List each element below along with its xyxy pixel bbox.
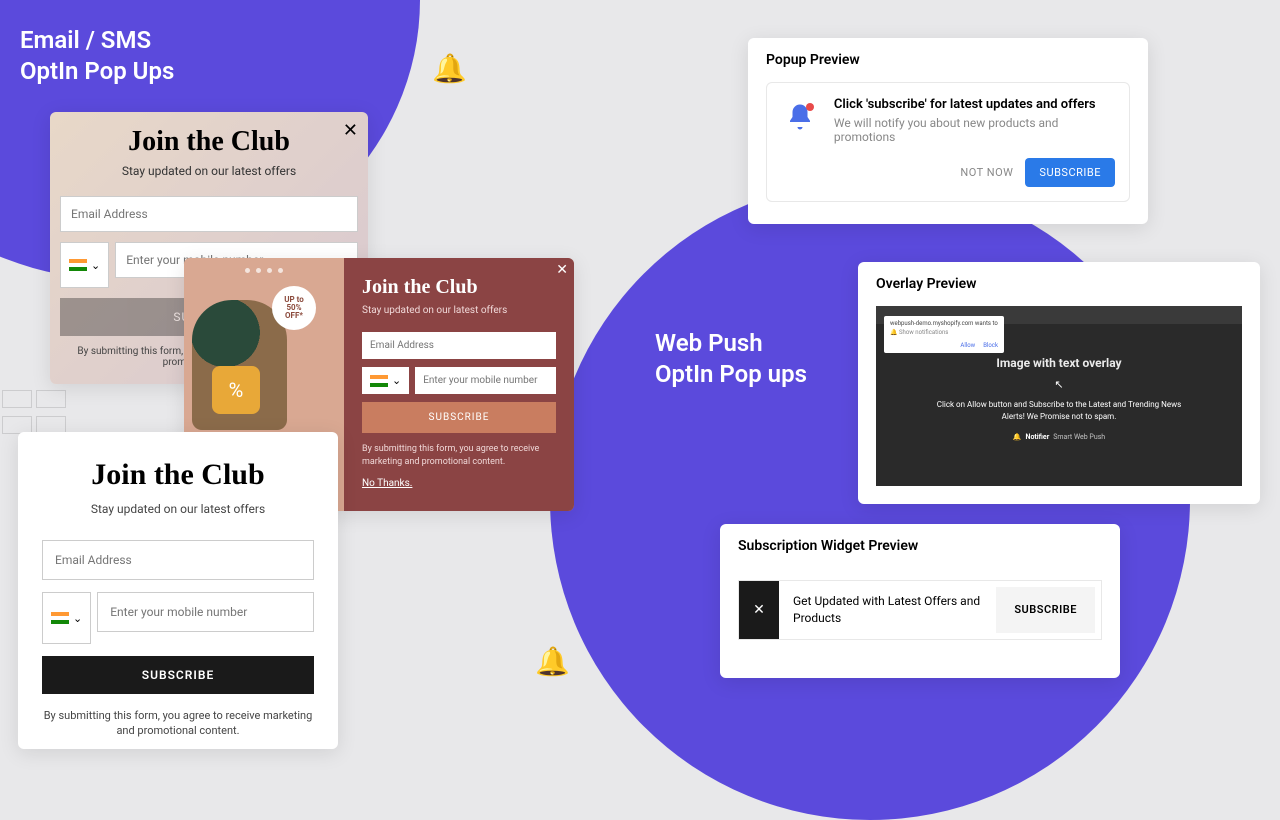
email-input[interactable] [60, 196, 358, 232]
subscribe-button[interactable]: SUBSCRIBE [42, 656, 314, 694]
popup-heading: Join the Club [60, 126, 358, 158]
subscribe-button[interactable]: SUBSCRIBE [1025, 158, 1115, 187]
title-email-sms: Email / SMS OptIn Pop Ups [20, 25, 174, 87]
popup-heading: Join the Club [362, 276, 556, 299]
discount-badge: UP to50%OFF* [272, 286, 316, 330]
popup-preview-card: Popup Preview Click 'subscribe' for late… [748, 38, 1148, 224]
popup-sub: Stay updated on our latest offers [362, 305, 556, 316]
overlay-screenshot: webpush-demo.myshopify.com wants to 🔔 Sh… [876, 306, 1242, 486]
phone-input[interactable] [97, 592, 314, 632]
card-title: Popup Preview [766, 52, 1130, 68]
phone-input[interactable] [415, 367, 556, 394]
push-notification: Click 'subscribe' for latest updates and… [766, 82, 1130, 202]
title-web-push: Web Push OptIn Pop ups [655, 328, 807, 390]
notifier-brand: 🔔 Notifier Smart Web Push [876, 433, 1242, 441]
popup-heading: Join the Club [42, 458, 314, 492]
country-select[interactable]: ⌄ [362, 367, 409, 394]
close-icon[interactable]: ✕ [739, 581, 779, 639]
country-select[interactable]: ⌄ [42, 592, 91, 644]
chevron-down-icon: ⌄ [392, 374, 401, 387]
disclaimer: By submitting this form, you agree to re… [42, 708, 314, 739]
subscribe-button[interactable]: SUBSCRIBE [362, 402, 556, 433]
cursor-icon: ↖ [876, 378, 1242, 391]
popup-sub: Stay updated on our latest offers [42, 502, 314, 516]
hero-text: Image with text overlay [876, 356, 1242, 370]
subscribe-button[interactable]: SUBSCRIBE [996, 587, 1095, 633]
optin-popup-plain: Join the Club Stay updated on our latest… [18, 432, 338, 749]
widget-preview-card: Subscription Widget Preview ✕ Get Update… [720, 524, 1120, 678]
subscription-widget: ✕ Get Updated with Latest Offers and Pro… [738, 580, 1102, 640]
popup-sub: Stay updated on our latest offers [60, 164, 358, 178]
widget-text: Get Updated with Latest Offers and Produ… [779, 581, 996, 639]
country-select[interactable]: ⌄ [60, 242, 109, 288]
email-input[interactable] [42, 540, 314, 580]
not-now-button[interactable]: NOT NOW [960, 166, 1013, 179]
card-title: Subscription Widget Preview [738, 538, 1102, 554]
chevron-down-icon: ⌄ [91, 259, 100, 272]
overlay-body: Click on Allow button and Subscribe to t… [876, 399, 1242, 423]
push-heading: Click 'subscribe' for latest updates and… [834, 97, 1115, 112]
close-icon[interactable]: ✕ [556, 262, 568, 278]
block-button[interactable]: Block [983, 342, 998, 349]
email-input[interactable] [362, 332, 556, 359]
browser-permission-prompt: webpush-demo.myshopify.com wants to 🔔 Sh… [884, 316, 1004, 353]
allow-button[interactable]: Allow [960, 342, 975, 349]
flag-icon [69, 259, 87, 271]
card-title: Overlay Preview [876, 276, 1242, 292]
overlay-preview-card: Overlay Preview webpush-demo.myshopify.c… [858, 262, 1260, 504]
bell-icon: 🔔 [432, 52, 467, 85]
no-thanks-link[interactable]: No Thanks. [362, 478, 412, 489]
percent-icon: % [212, 366, 260, 414]
push-body: We will notify you about new products an… [834, 116, 1115, 144]
bell-icon: 🔔 [535, 645, 570, 678]
disclaimer: By submitting this form, you agree to re… [362, 443, 556, 468]
close-icon[interactable]: ✕ [343, 120, 358, 141]
decorative-shapes [0, 388, 80, 438]
flag-icon [51, 612, 69, 624]
chevron-down-icon: ⌄ [73, 612, 82, 625]
bell-icon [781, 97, 820, 137]
flag-icon [370, 375, 388, 387]
